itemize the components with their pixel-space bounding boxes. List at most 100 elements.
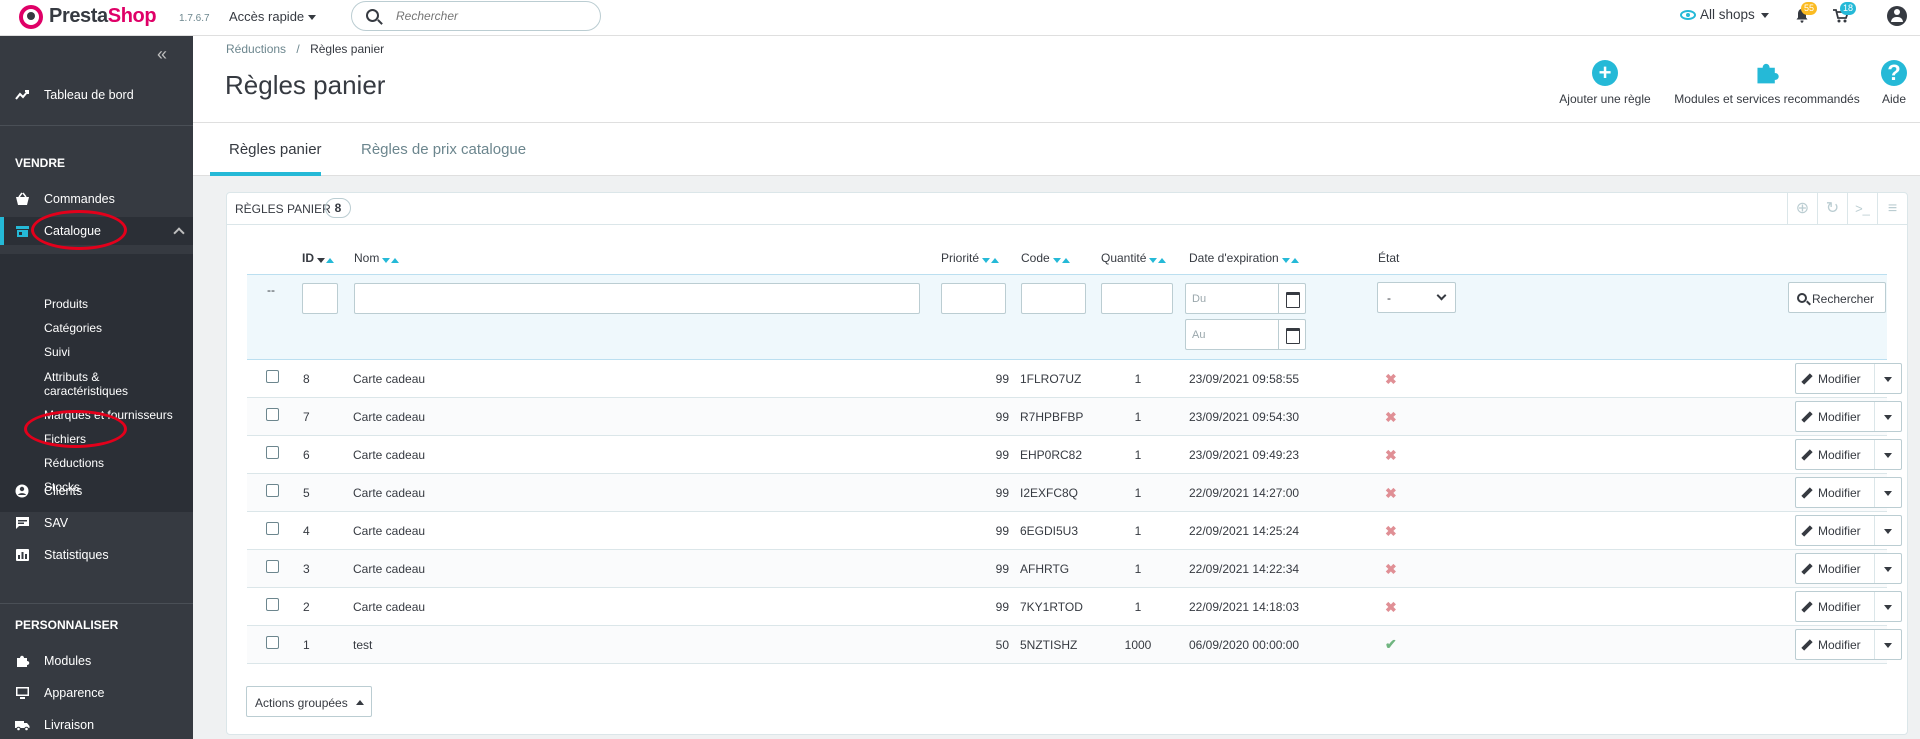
table-row[interactable]: 7 Carte cadeau 99 R7HPBFBP 1 23/09/2021 09:54… [247, 398, 1902, 436]
status-disabled-icon[interactable]: ✖ [1385, 561, 1397, 578]
row-actions-dropdown[interactable] [1874, 630, 1902, 659]
row-actions-dropdown[interactable] [1874, 554, 1902, 583]
submenu-discounts[interactable]: Réductions [44, 456, 104, 470]
row-actions-dropdown[interactable] [1874, 364, 1902, 393]
column-header-quantity[interactable]: Quantité [1101, 251, 1167, 266]
row-actions-dropdown[interactable] [1874, 516, 1902, 545]
row-checkbox[interactable] [266, 370, 279, 383]
status-disabled-icon[interactable]: ✖ [1385, 447, 1397, 464]
submenu-tracking[interactable]: Suivi [44, 345, 70, 359]
sidebar-item-dashboard[interactable]: Tableau de bord [0, 81, 193, 109]
row-checkbox[interactable] [266, 560, 279, 573]
edit-button[interactable]: Modifier [1795, 591, 1902, 622]
customers-notification[interactable]: 18 [1830, 2, 1857, 30]
status-disabled-icon[interactable]: ✖ [1385, 599, 1397, 616]
quick-access-dropdown[interactable]: Accès rapide [229, 9, 317, 24]
column-header-expiration[interactable]: Date d'expiration [1189, 251, 1300, 266]
row-checkbox[interactable] [266, 522, 279, 535]
brand-name[interactable]: PrestaShop [49, 5, 157, 28]
column-header-priority[interactable]: Priorité [941, 251, 1000, 266]
sidebar-item-customers[interactable]: Clients [0, 477, 193, 505]
edit-button[interactable]: Modifier [1795, 363, 1902, 394]
status-disabled-icon[interactable]: ✖ [1385, 371, 1397, 388]
filter-search-button[interactable]: Rechercher [1788, 282, 1886, 313]
database-icon[interactable]: ≡ [1877, 193, 1907, 224]
sort-icon[interactable] [317, 252, 335, 266]
table-row[interactable]: 8 Carte cadeau 99 1FLRO7UZ 1 23/09/2021 09:58… [247, 360, 1902, 398]
help-button[interactable]: ? Aide [1874, 60, 1914, 106]
table-row[interactable]: 6 Carte cadeau 99 EHP0RC82 1 23/09/2021 09:49… [247, 436, 1902, 474]
sql-query-icon[interactable]: >_ [1847, 193, 1877, 224]
status-disabled-icon[interactable]: ✖ [1385, 523, 1397, 540]
header-search[interactable] [351, 1, 601, 31]
breadcrumb-parent-link[interactable]: Réductions [226, 42, 286, 56]
sidebar-item-shipping[interactable]: Livraison [0, 711, 193, 739]
recommended-modules-button[interactable]: Modules et services recommandés [1667, 60, 1867, 106]
row-actions-dropdown[interactable] [1874, 402, 1902, 431]
orders-notification[interactable]: 55 [1791, 2, 1818, 30]
edit-button[interactable]: Modifier [1795, 477, 1902, 508]
filter-quantity-input[interactable] [1101, 283, 1173, 314]
filter-state-select[interactable]: - [1377, 282, 1456, 313]
status-enabled-icon[interactable]: ✔ [1385, 636, 1397, 653]
table-row[interactable]: 5 Carte cadeau 99 I2EXFC8Q 1 22/09/2021 14:27… [247, 474, 1902, 512]
column-header-id[interactable]: ID [302, 251, 335, 266]
refresh-icon[interactable]: ↻ [1817, 193, 1847, 224]
filter-id-input[interactable] [302, 283, 338, 314]
collapse-sidebar-icon[interactable]: « [157, 44, 167, 65]
column-header-code[interactable]: Code [1021, 251, 1071, 266]
row-checkbox[interactable] [266, 636, 279, 649]
sidebar-item-modules[interactable]: Modules [0, 647, 193, 675]
filter-date-from[interactable]: Du [1185, 283, 1306, 314]
sidebar-item-orders[interactable]: Commandes [0, 185, 193, 213]
status-disabled-icon[interactable]: ✖ [1385, 409, 1397, 426]
filter-priority-input[interactable] [941, 283, 1006, 314]
shop-selector[interactable]: All shops [1680, 7, 1769, 22]
column-header-state: État [1378, 251, 1400, 265]
search-input[interactable] [396, 7, 586, 25]
edit-button[interactable]: Modifier [1795, 629, 1902, 660]
table-row[interactable]: 3 Carte cadeau 99 AFHRTG 1 22/09/2021 14:22:3… [247, 550, 1902, 588]
edit-button[interactable]: Modifier [1795, 439, 1902, 470]
filter-name-input[interactable] [354, 283, 920, 314]
edit-button[interactable]: Modifier [1795, 515, 1902, 546]
edit-button[interactable]: Modifier [1795, 553, 1902, 584]
row-checkbox[interactable] [266, 484, 279, 497]
status-disabled-icon[interactable]: ✖ [1385, 485, 1397, 502]
table-row[interactable]: 4 Carte cadeau 99 6EGDI5U3 1 22/09/2021 14:25… [247, 512, 1902, 550]
user-account-icon[interactable] [1887, 6, 1907, 26]
row-checkbox[interactable] [266, 598, 279, 611]
prestashop-logo-icon[interactable] [19, 5, 43, 29]
sidebar-item-stats[interactable]: Statistiques [0, 541, 193, 569]
sort-icon[interactable] [1281, 252, 1300, 266]
edit-button[interactable]: Modifier [1795, 401, 1902, 432]
submenu-attributes[interactable]: Attributs & caractéristiques [44, 370, 128, 398]
sort-icon[interactable] [982, 252, 1000, 266]
table-row[interactable]: 1 test 50 5NZTISHZ 1000 06/09/2020 00:00:00 ✔ M… [247, 626, 1902, 664]
table-row[interactable]: 2 Carte cadeau 99 7KY1RTOD 1 22/09/2021 14:18… [247, 588, 1902, 626]
column-header-name[interactable]: Nom [354, 251, 400, 266]
submenu-categories[interactable]: Catégories [44, 321, 102, 335]
sort-icon[interactable] [382, 252, 400, 266]
add-new-icon[interactable]: ⊕ [1787, 193, 1817, 224]
submenu-products[interactable]: Produits [44, 297, 88, 311]
sidebar-item-appearance[interactable]: Apparence [0, 679, 193, 707]
calendar-icon[interactable] [1278, 284, 1305, 313]
tab-catalog-price-rules[interactable]: Règles de prix catalogue [361, 141, 526, 158]
row-checkbox[interactable] [266, 446, 279, 459]
sort-icon[interactable] [1149, 252, 1167, 266]
customers-badge: 18 [1840, 2, 1857, 15]
bulk-actions-button[interactable]: Actions groupées [246, 686, 372, 717]
calendar-icon[interactable] [1278, 320, 1305, 349]
sidebar-item-sav[interactable]: SAV [0, 509, 193, 537]
tab-cart-rules[interactable]: Règles panier [229, 141, 322, 158]
row-checkbox[interactable] [266, 408, 279, 421]
row-actions-dropdown[interactable] [1874, 440, 1902, 469]
sort-icon[interactable] [1052, 252, 1071, 266]
add-rule-button[interactable]: + Ajouter une règle [1553, 60, 1657, 106]
filter-code-input[interactable] [1021, 283, 1086, 314]
filter-date-to[interactable]: Au [1185, 319, 1306, 350]
row-actions-dropdown[interactable] [1874, 592, 1902, 621]
row-actions-dropdown[interactable] [1874, 478, 1902, 507]
pencil-icon [1801, 563, 1813, 575]
